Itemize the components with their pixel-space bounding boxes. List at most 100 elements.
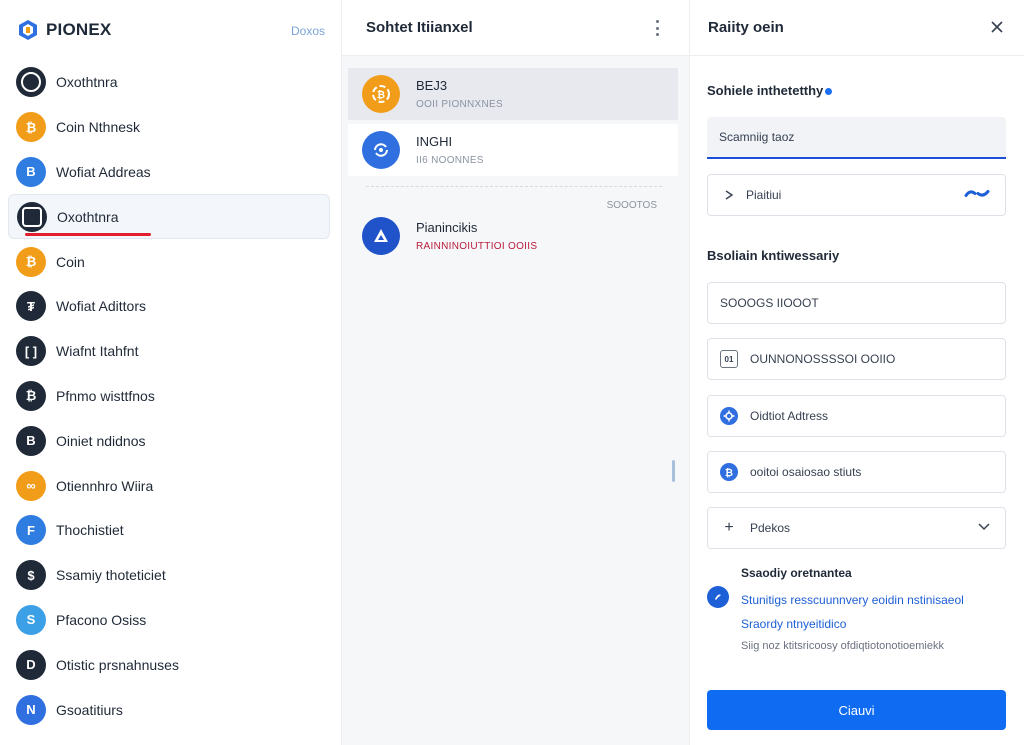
brand[interactable]: PIONEX: [16, 18, 111, 42]
sidebar-item-label: Wofiat Adittors: [56, 298, 147, 315]
more-vertical-icon[interactable]: [649, 18, 665, 38]
svg-text:₿: ₿: [725, 467, 733, 478]
coin-list-title: Sohtet Itiianxel: [366, 19, 473, 36]
sidebar-item[interactable]: ₿ Coin Nthnesk: [0, 105, 342, 150]
bitcoin-icon: ₿: [362, 75, 400, 113]
monitor-coin-icon: [17, 201, 47, 232]
dollar-coin-icon: $: [16, 560, 46, 591]
coin-subtitle: OOII PIONNXNES: [416, 99, 503, 110]
pionex-logo-icon: [19, 20, 37, 40]
sidebar-item[interactable]: Oxothtnra: [0, 60, 342, 105]
scrollbar[interactable]: [672, 460, 675, 482]
panel-title: Raiity oein: [708, 19, 784, 36]
wallet-coin-icon: B: [16, 156, 46, 187]
sidebar-item[interactable]: $ Ssamiy thoteticiet: [0, 553, 342, 598]
field-value: OUNNONOSSSSOI OOIIO: [750, 352, 896, 366]
sidebar-item-label: Coin Nthnesk: [56, 119, 141, 136]
coin-name: INGHI: [416, 134, 453, 149]
brand-name: PIONEX: [46, 20, 112, 39]
chain-coin-icon: F: [16, 515, 46, 546]
field-value: SOOOGS IIOOOT: [720, 296, 819, 310]
coin-row[interactable]: INGHI II6 NOONNES: [348, 124, 678, 176]
sidebar-item-label: Oxothtnra: [56, 74, 118, 91]
info-link[interactable]: Stunitigs resscuunnvery eoidin nstinisae…: [741, 593, 964, 607]
bitcoin-icon: ₿: [16, 112, 46, 143]
sidebar-item-label: Otistic prsnahnuses: [56, 656, 179, 673]
circle-coin-icon: [16, 67, 46, 98]
section-label: Sohiele inthetetthy: [707, 83, 833, 98]
sidebar-item-label: Thochistiet: [56, 522, 124, 539]
chevron-down-icon: [977, 521, 991, 535]
bitcoin-dark-icon: B: [16, 425, 46, 456]
bitcoin-icon: ₿: [720, 463, 738, 481]
swap-coin-icon: [362, 131, 400, 169]
address-field[interactable]: Oidtiot Adtress: [707, 395, 1006, 437]
close-icon[interactable]: [988, 18, 1006, 36]
coin-subtitle: II6 NOONNES: [416, 155, 484, 166]
sidebar-item[interactable]: D Otistic prsnahnuses: [0, 642, 342, 687]
sidebar-item[interactable]: S Pfacono Osiss: [0, 598, 342, 643]
coin-subtitle: RAINNINOIUTTIOI OOIIS: [416, 241, 538, 252]
detail-header: Raiity oein: [690, 0, 1024, 56]
header-link[interactable]: Doxos: [291, 24, 325, 38]
field-value: Piaitiui: [746, 188, 782, 202]
input-field-filled[interactable]: Scamniig taoz: [707, 117, 1006, 159]
tether-icon: ₮: [16, 291, 46, 322]
info-link[interactable]: Sraordy ntnyeitidico: [741, 617, 846, 631]
detail-panel: Raiity oein Sohiele inthetetthy Scamniig…: [690, 0, 1024, 745]
sidebar-item-label: Gsoatitiurs: [56, 701, 123, 718]
sidebar-item-active[interactable]: Oxothtnra: [8, 194, 330, 240]
link-field[interactable]: Piaitiui: [707, 174, 1006, 216]
field-value: Scamniig taoz: [719, 130, 795, 144]
cyan-coin-icon: S: [16, 604, 46, 635]
select-field[interactable]: + Pdekos: [707, 507, 1006, 549]
code-field[interactable]: 01 OUNNONOSSSSOI OOIIO: [707, 338, 1006, 380]
sidebar-item[interactable]: B Oiniet ndidnos: [0, 418, 342, 463]
extra-field[interactable]: ₿ ooitoi osaiosao stiuts: [707, 451, 1006, 493]
field-value: ooitoi osaiosao stiuts: [750, 465, 862, 479]
sidebar-item-label: Oiniet ndidnos: [56, 432, 146, 449]
info-title: Ssaodiy oretnantea: [741, 566, 852, 580]
coin-name: BEJ3: [416, 78, 448, 93]
sidebar-item[interactable]: N Gsoatitiurs: [0, 687, 342, 732]
bitcoin-dark-icon: ₿: [16, 380, 46, 411]
sidebar-item[interactable]: ₿ Coin: [0, 239, 342, 284]
sidebar-item[interactable]: B Wofiat Addreas: [0, 150, 342, 195]
svg-text:₿: ₿: [377, 89, 385, 101]
field-value: Pdekos: [750, 521, 791, 535]
coin-name: Pianincikis: [416, 220, 478, 235]
code-icon: 01: [720, 350, 738, 368]
bracket-coin-icon: [ ]: [16, 336, 46, 367]
sidebar-item[interactable]: F Thochistiet: [0, 508, 342, 553]
info-icon: [707, 586, 729, 608]
link-icon[interactable]: [963, 187, 991, 204]
sidebar-item-label: Wiafnt Itahfnt: [56, 343, 139, 360]
sidebar-item-label: Coin: [56, 253, 85, 270]
coin-row[interactable]: ₿ BEJ3 OOII PIONNXNES: [348, 68, 678, 120]
active-indicator: [25, 233, 151, 237]
dark-coin-icon: D: [16, 649, 46, 680]
sidebar-item-label: Oxothtnra: [57, 208, 119, 225]
sidebar-item[interactable]: ₿ Pfnmo wisttfnos: [0, 374, 342, 419]
sidebar-list: Oxothtnra ₿ Coin Nthnesk B Wofiat Addrea…: [0, 60, 342, 732]
sidebar-item[interactable]: [ ] Wiafnt Itahfnt: [0, 329, 342, 374]
field-value: Oidtiot Adtress: [750, 409, 829, 423]
sidebar-item-label: Pfnmo wisttfnos: [56, 387, 155, 404]
coin-list-panel: Sohtet Itiianxel ₿ BEJ3 OOII PIONNXNES I…: [342, 0, 690, 745]
coin-row[interactable]: Pianincikis RAINNINOIUTTIOI OOIIS: [348, 210, 678, 262]
sidebar-item-label: Pfacono Osiss: [56, 611, 147, 628]
sidebar-item-label: Otiennhro Wiira: [56, 477, 154, 494]
sidebar-item[interactable]: ∞ Otiennhro Wiira: [0, 463, 342, 508]
network-coin-icon: [362, 217, 400, 255]
gear-icon: [720, 407, 738, 425]
sidebar-item-label: Wofiat Addreas: [56, 163, 151, 180]
sidebar-item[interactable]: ₮ Wofiat Adittors: [0, 284, 342, 329]
sidebar: PIONEX Doxos Oxothtnra ₿ Coin Nthnesk B …: [0, 0, 342, 745]
bitcoin-icon: ₿: [16, 246, 46, 277]
submit-button[interactable]: Ciauvi: [707, 690, 1006, 730]
section-label: Bsoliain kntiwessariy: [707, 248, 840, 263]
info-note: Siig noz ktitsricoosy ofdiqtiotonotioemi…: [741, 640, 944, 652]
coin-list-header: Sohtet Itiianxel: [342, 0, 689, 56]
text-field[interactable]: SOOOGS IIOOOT: [707, 282, 1006, 324]
required-dot-icon: [825, 88, 833, 96]
